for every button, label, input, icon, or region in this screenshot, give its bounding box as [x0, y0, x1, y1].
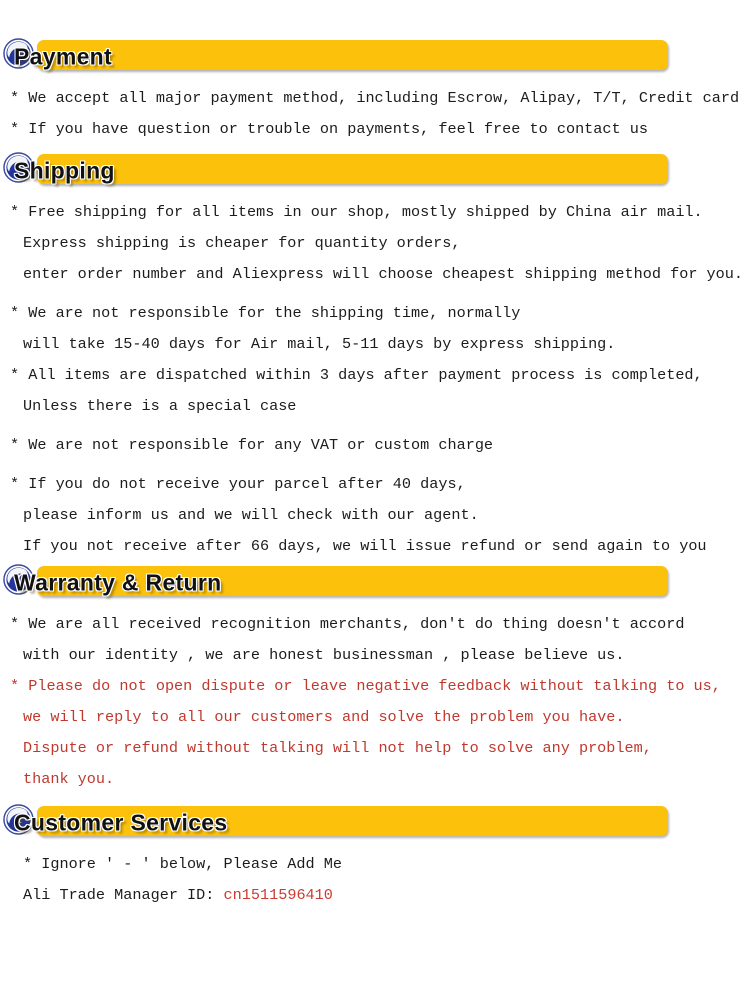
policy-line: Express shipping is cheaper for quantity…	[23, 234, 461, 252]
policy-line: * Free shipping for all items in our sho…	[10, 203, 703, 221]
section-header-warranty: Warranty & Return	[0, 564, 750, 600]
policy-line: please inform us and we will check with …	[23, 506, 479, 524]
section-title-payment: Payment	[14, 43, 112, 70]
policy-line: * All items are dispatched within 3 days…	[10, 366, 703, 384]
policy-line: If you not receive after 66 days, we wil…	[23, 537, 707, 555]
section-customer-services: Customer Services * Ignore ' - ' below, …	[0, 804, 750, 911]
section-payment: Payment * We accept all major payment me…	[0, 38, 750, 145]
policy-line: will take 15-40 days for Air mail, 5-11 …	[23, 335, 616, 353]
section-header-shipping: Shipping	[0, 152, 750, 188]
policy-line: * If you do not receive your parcel afte…	[10, 475, 466, 493]
policy-line: enter order number and Aliexpress will c…	[23, 265, 744, 283]
policy-line-highlight: we will reply to all our customers and s…	[23, 708, 625, 726]
trade-manager-label: Ali Trade Manager ID:	[23, 886, 215, 904]
policy-line-highlight: * Please do not open dispute or leave ne…	[10, 677, 721, 695]
policy-line-highlight: thank you.	[23, 770, 115, 788]
trade-manager-id: cn1511596410	[223, 886, 333, 904]
section-title-shipping: Shipping	[14, 157, 115, 184]
section-header-customer-services: Customer Services	[0, 804, 750, 840]
section-body-payment: * We accept all major payment method, in…	[0, 83, 750, 145]
policy-line: * We are not responsible for the shippin…	[10, 304, 521, 322]
seller-policy-page: Payment * We accept all major payment me…	[0, 0, 750, 996]
section-header-payment: Payment	[0, 38, 750, 74]
section-shipping: Shipping * Free shipping for all items i…	[0, 152, 750, 562]
section-warranty-return: Warranty & Return * We are all received …	[0, 564, 750, 795]
trade-manager-row: Ali Trade Manager ID: cn1511596410	[0, 880, 750, 911]
policy-line: * We are not responsible for any VAT or …	[10, 436, 494, 454]
section-body-customer-services: * Ignore ' - ' below, Please Add Me Ali …	[0, 849, 750, 911]
policy-line: with our identity , we are honest busine…	[23, 646, 625, 664]
section-body-warranty: * We are all received recognition mercha…	[0, 609, 750, 795]
section-body-shipping: * Free shipping for all items in our sho…	[0, 197, 750, 562]
banner-bar-shipping	[37, 154, 668, 184]
policy-line: Unless there is a special case	[23, 397, 297, 415]
section-title-warranty: Warranty & Return	[14, 569, 222, 596]
policy-line: * We are all received recognition mercha…	[10, 615, 685, 633]
policy-line-highlight: Dispute or refund without talking will n…	[23, 739, 652, 757]
banner-bar-payment	[37, 40, 668, 70]
policy-line: * If you have question or trouble on pay…	[10, 120, 648, 138]
policy-line: * Ignore ' - ' below, Please Add Me	[23, 855, 342, 873]
policy-line: * We accept all major payment method, in…	[10, 89, 740, 107]
section-title-customer-services: Customer Services	[14, 809, 228, 836]
